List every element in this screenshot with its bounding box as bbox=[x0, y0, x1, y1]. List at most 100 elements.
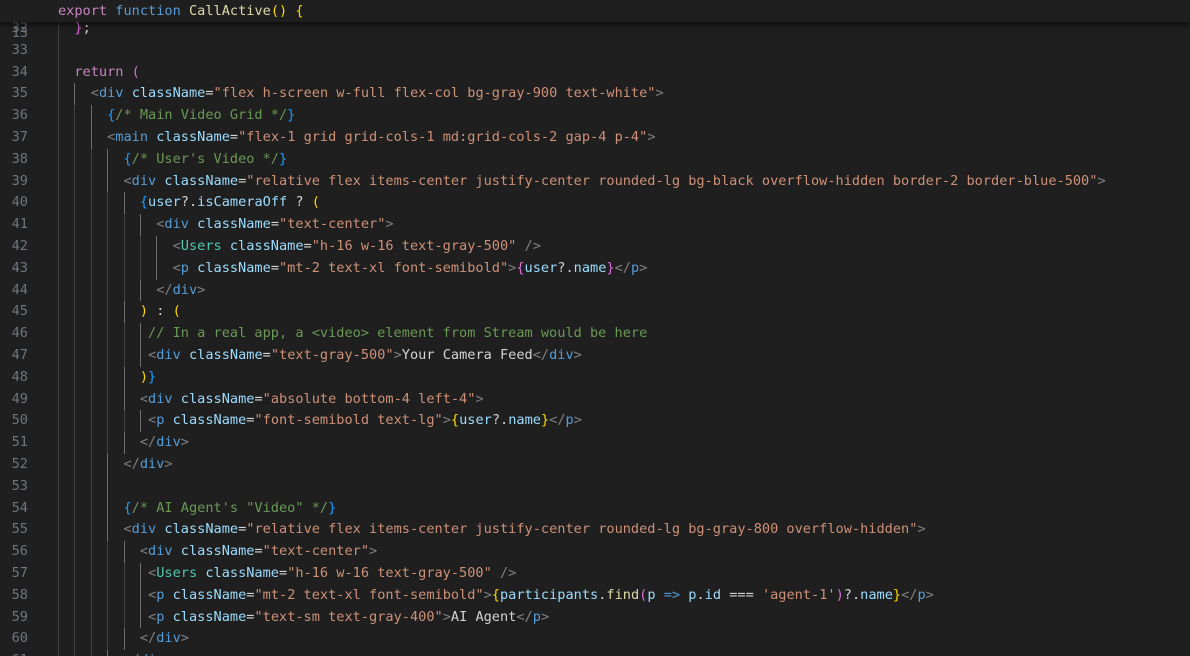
code-token: className bbox=[180, 390, 255, 407]
line-code: {/* AI Agent's "Video" */} bbox=[58, 498, 336, 520]
code-token: Users bbox=[156, 564, 198, 581]
line-number: 41 bbox=[11, 216, 28, 233]
code-lines[interactable]: 32 }; 33 34 return (35 <div className="fle… bbox=[0, 18, 1190, 656]
code-line[interactable]: 51 </div> bbox=[0, 432, 1190, 454]
code-token: </ bbox=[139, 434, 157, 451]
code-line[interactable]: 53 bbox=[0, 475, 1190, 498]
indent-guide bbox=[58, 475, 59, 498]
code-token: > bbox=[164, 652, 172, 656]
code-line[interactable]: 41 <div className="text-center"> bbox=[0, 214, 1190, 236]
code-token: AI Agent bbox=[450, 608, 517, 625]
code-editor[interactable]: 32 }; 33 34 return (35 <div className="fle… bbox=[0, 0, 1190, 656]
code-line[interactable]: 44 </div> bbox=[0, 279, 1190, 302]
line-number: 57 bbox=[11, 564, 28, 581]
code-line[interactable]: 49 <div className="absolute bottom-4 lef… bbox=[0, 388, 1190, 411]
line-code: <div className="text-gray-500">Your Came… bbox=[58, 345, 582, 367]
code-line[interactable]: 42 <Users className="h-16 w-16 text-gray… bbox=[0, 235, 1190, 258]
code-line[interactable]: 38 {/* User's Video */} bbox=[0, 148, 1190, 171]
code-line[interactable]: 61 </div> bbox=[0, 650, 1190, 656]
code-token: ( bbox=[131, 63, 140, 80]
code-token: > bbox=[647, 128, 656, 145]
line-number: 61 bbox=[0, 650, 28, 656]
code-token: className bbox=[197, 259, 271, 276]
code-token: > bbox=[573, 346, 582, 363]
code-token: < bbox=[148, 586, 157, 603]
line-number: 43 bbox=[11, 259, 28, 276]
line-code: <p className="text-sm text-gray-400">AI … bbox=[58, 607, 549, 629]
code-token: "absolute bottom-4 left-4" bbox=[262, 390, 476, 407]
code-line[interactable]: 43 <p className="mt-2 text-xl font-semib… bbox=[0, 257, 1190, 280]
code-token: } bbox=[148, 368, 157, 385]
code-line[interactable]: 58 <p className="mt-2 text-xl font-semib… bbox=[0, 584, 1190, 607]
code-line[interactable]: 46 // In a real app, a <video> element f… bbox=[0, 323, 1190, 345]
code-token: "flex h-screen w-full flex-col bg-gray-9… bbox=[213, 85, 656, 102]
code-token: div bbox=[139, 455, 165, 472]
line-code: <Users className="h-16 w-16 text-gray-50… bbox=[58, 236, 541, 258]
code-token: < bbox=[139, 543, 149, 560]
code-line[interactable]: 48 )} bbox=[0, 366, 1190, 389]
code-token: </ bbox=[139, 630, 157, 647]
line-number: 37 bbox=[11, 128, 28, 145]
code-token: < bbox=[148, 346, 157, 363]
code-token: "mt-2 text-xl font-semibold" bbox=[254, 586, 484, 603]
code-line[interactable]: 57 <Users className="h-16 w-16 text-gray… bbox=[0, 562, 1190, 585]
code-token: user bbox=[459, 412, 492, 429]
code-token: === bbox=[721, 586, 762, 603]
code-token: = bbox=[262, 346, 271, 363]
code-token: : bbox=[148, 303, 173, 320]
code-token: div bbox=[140, 652, 165, 656]
code-token: 'agent-1' bbox=[761, 586, 836, 603]
code-token: } bbox=[74, 20, 83, 36]
line-code: <Users className="h-16 w-16 text-gray-50… bbox=[58, 563, 516, 585]
code-line[interactable]: 47 <div className="text-gray-500">Your C… bbox=[0, 344, 1190, 367]
line-number: 47 bbox=[11, 346, 28, 363]
code-token: /* User's Video */ bbox=[131, 150, 279, 167]
code-token: /* Main Video Grid */ bbox=[115, 107, 288, 124]
code-token: > bbox=[164, 455, 173, 472]
code-token: p bbox=[565, 412, 574, 429]
code-token: "relative flex items-center justify-cent… bbox=[246, 172, 1098, 189]
code-line[interactable]: 39 <div className="relative flex items-c… bbox=[0, 170, 1190, 193]
code-line[interactable]: 34 return ( bbox=[0, 61, 1190, 84]
code-token: ) bbox=[139, 303, 149, 320]
code-line[interactable]: 60 </div> bbox=[0, 628, 1190, 651]
code-line[interactable]: 37 <main className="flex-1 grid grid-col… bbox=[0, 126, 1190, 149]
code-token: > bbox=[475, 390, 484, 407]
code-line[interactable]: 56 <div className="text-center"> bbox=[0, 541, 1190, 563]
code-token: className bbox=[172, 608, 247, 625]
code-token: > bbox=[180, 434, 189, 451]
code-line[interactable]: 45 ) : ( bbox=[0, 301, 1190, 324]
code-token: className bbox=[164, 521, 239, 538]
sticky-line[interactable]: 13 export function CallActive() { bbox=[0, 0, 1190, 41]
code-line[interactable]: 33 bbox=[0, 39, 1190, 62]
code-token: </ bbox=[549, 412, 566, 429]
sticky-scroll-header[interactable]: 13 export function CallActive() { bbox=[0, 0, 1190, 41]
code-line[interactable]: 36 {/* Main Video Grid */} bbox=[0, 105, 1190, 127]
code-line[interactable]: 54 {/* AI Agent's "Video" */} bbox=[0, 497, 1190, 520]
code-token: { bbox=[139, 194, 149, 211]
code-line[interactable]: 50 <p className="font-semibold text-lg">… bbox=[0, 410, 1190, 433]
code-line[interactable]: 35 <div className="flex h-screen w-full … bbox=[0, 83, 1190, 106]
code-token: > bbox=[925, 586, 934, 603]
code-line[interactable]: 52 </div> bbox=[0, 453, 1190, 476]
code-line[interactable]: 59 <p className="text-sm text-gray-400">… bbox=[0, 606, 1190, 629]
code-token: > bbox=[385, 216, 394, 233]
code-token: { bbox=[295, 3, 304, 19]
code-token: "h-16 w-16 text-gray-500" bbox=[287, 564, 492, 581]
code-token: </ bbox=[516, 608, 533, 625]
code-line[interactable]: 40 {user?.isCameraOff ? ( bbox=[0, 192, 1190, 215]
code-line[interactable]: 55 <div className="relative flex items-c… bbox=[0, 519, 1190, 542]
code-token: div bbox=[131, 172, 157, 189]
code-token: "text-center" bbox=[262, 543, 370, 560]
indent-guide bbox=[58, 39, 59, 62]
